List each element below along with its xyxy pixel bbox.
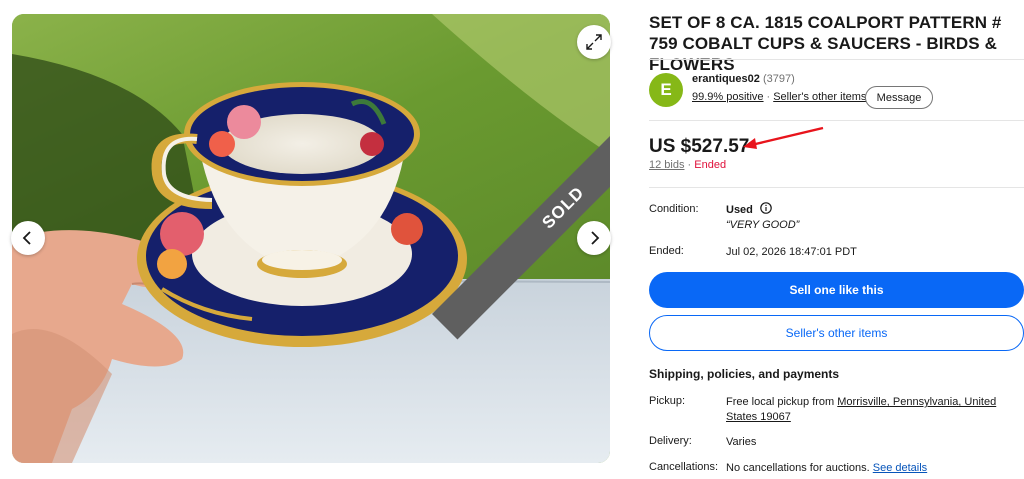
divider bbox=[649, 187, 1024, 188]
chevron-left-icon bbox=[22, 231, 31, 245]
pickup-text: Free local pickup from bbox=[726, 396, 838, 408]
cancellations-value: No cancellations for auctions. See detai… bbox=[726, 461, 927, 476]
seller-avatar[interactable]: E bbox=[649, 73, 683, 107]
divider bbox=[649, 120, 1024, 121]
condition-description: “VERY GOOD” bbox=[726, 219, 800, 231]
delivery-label: Delivery: bbox=[649, 435, 692, 447]
see-details-link[interactable]: See details bbox=[873, 462, 927, 474]
chevron-right-icon bbox=[591, 231, 600, 245]
auction-status: Ended bbox=[694, 159, 727, 171]
sell-one-like-this-button[interactable]: Sell one like this bbox=[649, 272, 1024, 308]
positive-feedback-link[interactable]: 99.9% positive bbox=[692, 91, 764, 103]
cancellations-label: Cancellations: bbox=[649, 461, 719, 473]
expand-icon bbox=[586, 34, 602, 50]
sellers-other-items-button[interactable]: Seller's other items bbox=[649, 315, 1024, 351]
feedback-count: (3797) bbox=[762, 73, 795, 85]
message-button[interactable]: Message bbox=[865, 86, 933, 109]
separator: · bbox=[687, 159, 692, 171]
annotation-arrow bbox=[743, 126, 824, 149]
ended-label: Ended: bbox=[649, 245, 684, 257]
previous-image-button[interactable] bbox=[11, 221, 45, 255]
pickup-label: Pickup: bbox=[649, 395, 686, 407]
info-icon[interactable] bbox=[760, 202, 772, 219]
sold-ribbon: SOLD bbox=[432, 101, 610, 340]
condition-label: Condition: bbox=[649, 203, 699, 215]
next-image-button[interactable] bbox=[577, 221, 611, 255]
seller-other-items-link[interactable]: Seller's other items bbox=[773, 91, 866, 103]
image-gallery: SOLD bbox=[0, 0, 622, 465]
cancellations-text: No cancellations for auctions. bbox=[726, 462, 873, 474]
condition-value-row: Used bbox=[726, 202, 772, 219]
item-photo[interactable]: SOLD bbox=[12, 14, 610, 463]
listing-title: SET OF 8 CA. 1815 COALPORT PATTERN # 759… bbox=[649, 13, 1002, 74]
expand-image-button[interactable] bbox=[577, 25, 611, 59]
ended-value: Jul 02, 2026 18:47:01 PDT bbox=[726, 246, 857, 258]
pickup-value: Free local pickup from Morrisville, Penn… bbox=[726, 395, 1024, 425]
seller-name-link[interactable]: erantiques02 bbox=[692, 73, 760, 85]
bids-status: 12 bids · Ended bbox=[649, 159, 726, 171]
delivery-value: Varies bbox=[726, 436, 757, 448]
condition-value: Used bbox=[726, 204, 753, 216]
seller-info: erantiques02 (3797) bbox=[692, 73, 795, 85]
listing-panel: SET OF 8 CA. 1815 COALPORT PATTERN # 759… bbox=[649, 0, 1024, 479]
divider bbox=[649, 59, 1024, 60]
bids-link[interactable]: 12 bids bbox=[649, 159, 684, 171]
separator: · bbox=[766, 91, 771, 103]
shipping-heading: Shipping, policies, and payments bbox=[649, 367, 840, 381]
seller-links: 99.9% positive · Seller's other items bbox=[692, 91, 866, 103]
price: US $527.57 bbox=[649, 136, 750, 157]
